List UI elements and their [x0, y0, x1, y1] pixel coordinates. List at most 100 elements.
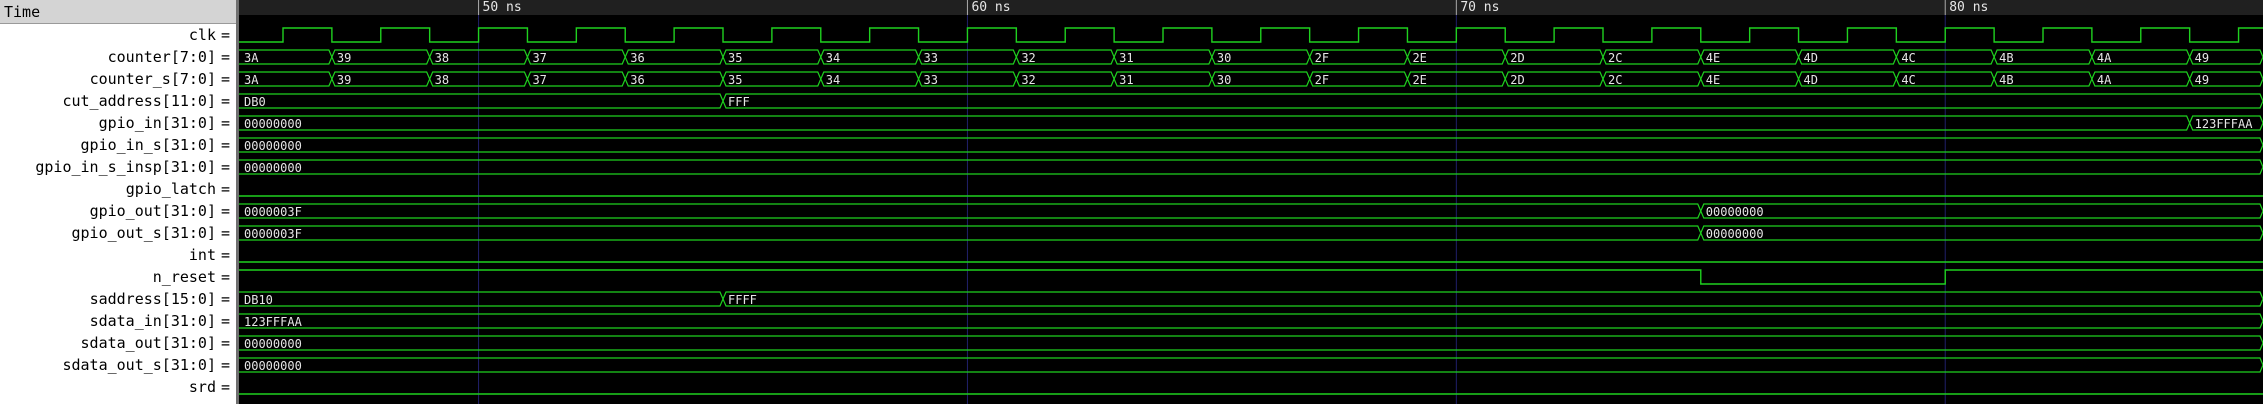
bus-value: 3A: [244, 73, 259, 87]
bus-value: 2F: [1315, 73, 1329, 87]
bus-segment: [239, 93, 724, 109]
signal-name[interactable]: sdata_out_s[31:0]: [62, 354, 216, 376]
ruler-label: 80 ns: [1949, 0, 1988, 15]
bus-segment: [239, 203, 1702, 219]
bus-value: 37: [532, 73, 546, 87]
bus-value: 2D: [1510, 73, 1524, 87]
bus-value: 00000000: [244, 139, 302, 153]
signal-names-panel: Time clk = counter[7:0] = counter_s[7:0] = cut…: [0, 0, 236, 404]
bus-value: 34: [826, 73, 840, 87]
bus-segment: [239, 159, 2263, 175]
bus-segment: [239, 357, 2263, 373]
signal-value-marker: =: [220, 92, 230, 110]
bus-value: 33: [924, 73, 938, 87]
waveform-viewer: Time clk = counter[7:0] = counter_s[7:0] = cut…: [0, 0, 2263, 404]
bus-value: 4A: [2097, 51, 2112, 65]
bus-value: 123FFFAA: [2195, 117, 2254, 131]
bus-value: 39: [337, 73, 351, 87]
time-column-header: Time: [0, 0, 236, 24]
bus-segment: [239, 335, 2263, 351]
bus-value: 2E: [1412, 51, 1426, 65]
signal-value-marker: =: [220, 290, 230, 308]
bus-value: DB10: [244, 293, 273, 307]
signal-value-marker: =: [220, 48, 230, 66]
bus-value: 39: [337, 51, 351, 65]
waveform-canvas[interactable]: 50 ns 60 ns 70 ns 80 ns 3A 39 38 37 36 35 34 33 32 31…: [239, 0, 2263, 404]
bus-value: 4D: [1804, 51, 1818, 65]
signal-name[interactable]: int: [189, 244, 216, 266]
bus-value: 49: [2195, 51, 2209, 65]
bus-segment: [722, 93, 2263, 109]
signal-name[interactable]: gpio_latch: [126, 178, 216, 200]
signal-name[interactable]: gpio_out[31:0]: [90, 200, 216, 222]
signal-value-marker: =: [220, 26, 230, 44]
bus-value: 00000000: [244, 337, 302, 351]
bus-value: 49: [2195, 73, 2209, 87]
signal-name[interactable]: counter_s[7:0]: [90, 68, 216, 90]
bus-value: 4C: [1901, 73, 1915, 87]
bus-value: 4B: [1999, 51, 2013, 65]
bus-value: 3A: [244, 51, 259, 65]
signal-name[interactable]: srd: [189, 376, 216, 398]
signal-name[interactable]: gpio_in_s_insp[31:0]: [35, 156, 216, 178]
signal-name[interactable]: cut_address[11:0]: [62, 90, 216, 112]
bus-value: 33: [924, 51, 938, 65]
signal-value-marker: =: [220, 246, 230, 264]
bus-segment: [722, 291, 2263, 307]
bus-value: 00000000: [244, 117, 302, 131]
bus-value: 38: [435, 51, 449, 65]
bus-value: 2E: [1412, 73, 1426, 87]
bus-value: 2C: [1608, 73, 1622, 87]
bus-value: FFF: [728, 95, 750, 109]
ruler-label: 70 ns: [1460, 0, 1499, 15]
ruler-label: 60 ns: [971, 0, 1010, 15]
bus-segment: [239, 291, 724, 307]
bus-value: 36: [630, 73, 644, 87]
signal-value-marker: =: [220, 334, 230, 352]
signal-name[interactable]: gpio_in_s[31:0]: [81, 134, 216, 156]
signal-name[interactable]: saddress[15:0]: [90, 288, 216, 310]
bus-value: 30: [1217, 73, 1231, 87]
signal-value-marker: =: [220, 224, 230, 242]
bus-value: 34: [826, 51, 840, 65]
bus-value: FFFF: [728, 293, 757, 307]
signal-value-marker: =: [220, 158, 230, 176]
bus-value: 35: [728, 73, 742, 87]
bus-value: 30: [1217, 51, 1231, 65]
signal-name[interactable]: gpio_in[31:0]: [99, 112, 216, 134]
bus-value: 31: [1119, 51, 1133, 65]
signal-name[interactable]: sdata_out[31:0]: [81, 332, 216, 354]
bus-value: 0000003F: [244, 205, 302, 219]
waveform-panel[interactable]: 50 ns 60 ns 70 ns 80 ns 3A 39 38 37 36 35 34 33 32 31…: [239, 0, 2263, 404]
bus-value: 2D: [1510, 51, 1524, 65]
bus-value: 4D: [1804, 73, 1818, 87]
bus-segment: [239, 225, 1702, 241]
bus-segment: [239, 115, 2191, 131]
bus-segment: [1700, 203, 2263, 219]
bus-value: DB0: [244, 95, 266, 109]
bus-value: 2C: [1608, 51, 1622, 65]
bus-value: 4A: [2097, 73, 2112, 87]
signal-name[interactable]: clk: [189, 24, 216, 46]
bus-value: 2F: [1315, 51, 1329, 65]
bus-segment: [239, 137, 2263, 153]
bus-value: 123FFFAA: [244, 315, 303, 329]
bus-value: 4E: [1706, 51, 1720, 65]
bus-segment: [239, 313, 2263, 329]
bus-value: 0000003F: [244, 227, 302, 241]
bus-value: 00000000: [244, 359, 302, 373]
bus-value: 4C: [1901, 51, 1915, 65]
bit-wave: [239, 269, 2263, 285]
signal-name[interactable]: gpio_out_s[31:0]: [72, 222, 217, 244]
signal-name[interactable]: n_reset: [153, 266, 216, 288]
signal-value-marker: =: [220, 312, 230, 330]
bus-value: 37: [532, 51, 546, 65]
signal-name[interactable]: sdata_in[31:0]: [90, 310, 216, 332]
bus-value: 32: [1021, 51, 1035, 65]
signal-name[interactable]: counter[7:0]: [108, 46, 216, 68]
bus-segment: [1700, 225, 2263, 241]
signal-value-marker: =: [220, 70, 230, 88]
signal-value-marker: =: [220, 268, 230, 286]
bus-value: 35: [728, 51, 742, 65]
ruler-label: 50 ns: [483, 0, 522, 15]
